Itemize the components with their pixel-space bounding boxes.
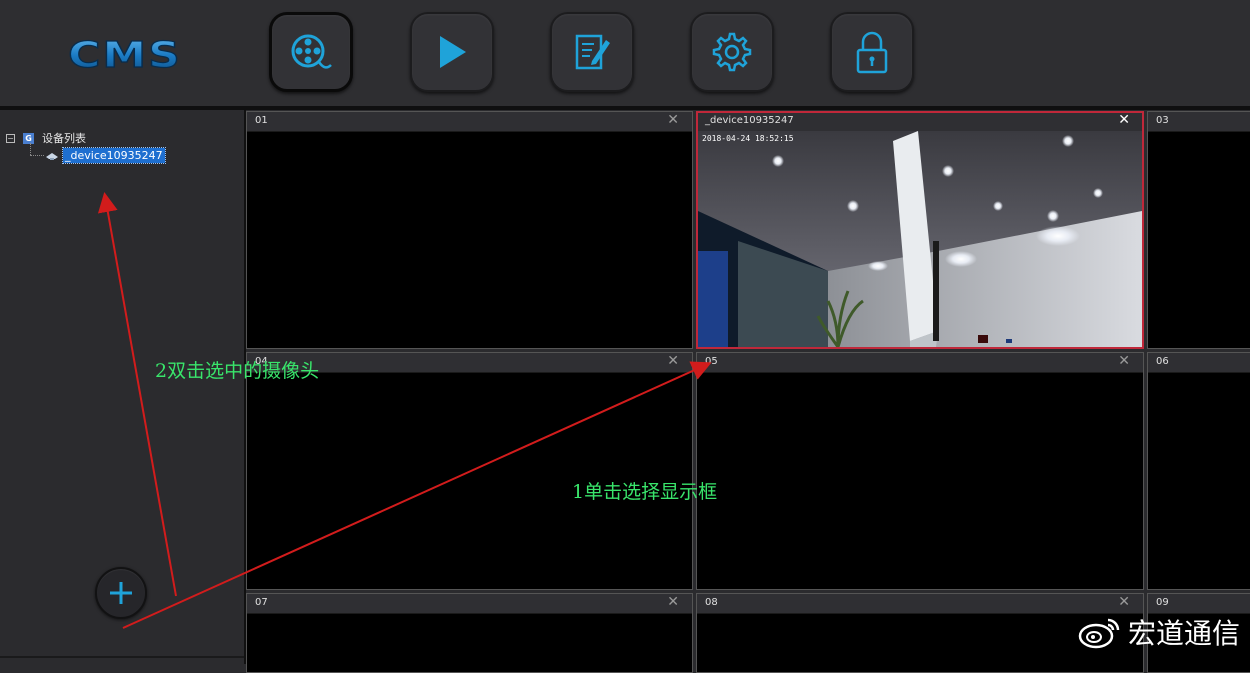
group-icon: G [23,132,34,144]
cell-title: 06 [1156,356,1169,367]
sidebar-bottom-divider [0,656,244,658]
playback-button[interactable] [410,12,494,92]
video-cell-04[interactable]: 04 ✕ [246,352,693,590]
weibo-icon [1078,618,1120,649]
close-icon[interactable]: ✕ [667,594,679,610]
cell-header: 01 ✕ [246,111,693,132]
gear-icon [712,32,752,72]
cell-header: 06 [1147,352,1250,373]
top-toolbar: CMS [0,0,1250,106]
add-device-button[interactable] [95,567,147,619]
close-icon[interactable]: ✕ [667,112,679,128]
video-cell-02[interactable]: _device10935247 ✕ 2018-04-24 18:52:15 [696,111,1144,349]
film-reel-icon [291,34,332,69]
watermark: 宏道通信 [1078,612,1240,652]
annotation-step1: 1单击选择显示框 [572,481,718,503]
settings-button[interactable] [690,12,774,92]
cell-header: 08 ✕ [696,593,1144,614]
device-tree-root-label: 设备列表 [42,132,86,145]
camera-video-feed: 2018-04-24 18:52:15 [698,131,1142,347]
plus-icon [110,582,132,604]
cell-header: 03 [1147,111,1250,132]
lock-icon [856,31,888,74]
device-tree-item[interactable]: _device10935247 [45,147,166,164]
video-cell-07[interactable]: 07 ✕ [246,593,693,673]
cell-title: 09 [1156,597,1169,608]
play-icon [440,36,466,68]
cell-title: 08 [705,597,718,608]
cell-title: _device10935247 [705,115,794,126]
video-cell-05[interactable]: 05 ✕ [696,352,1144,590]
svg-text:CMS: CMS [68,35,182,74]
cell-header: 07 ✕ [246,593,693,614]
cell-title: 03 [1156,115,1169,126]
close-icon[interactable]: ✕ [1118,353,1130,369]
video-cell-01[interactable]: 01 ✕ [246,111,693,349]
cell-header: _device10935247 ✕ [696,111,1144,132]
device-tree-item-label[interactable]: _device10935247 [62,147,166,164]
lock-button[interactable] [830,12,914,92]
edit-document-icon [575,34,610,70]
cell-title: 07 [255,597,268,608]
video-cell-03[interactable]: 03 [1147,111,1250,349]
video-timestamp: 2018-04-24 18:52:15 [702,134,794,143]
tree-connector [30,143,31,155]
close-icon[interactable]: ✕ [1118,594,1130,610]
close-icon[interactable]: ✕ [1118,112,1130,128]
cell-header: 09 [1147,593,1250,614]
cell-title: 05 [705,356,718,367]
log-button[interactable] [550,12,634,92]
device-tree-root[interactable]: − G 设备列表 [6,130,86,146]
video-cell-06[interactable]: 06 [1147,352,1250,590]
collapse-toggle-icon[interactable]: − [6,133,15,143]
camera-icon [46,152,58,160]
live-view-button[interactable] [269,12,353,92]
watermark-text: 宏道通信 [1127,617,1240,650]
cell-header: 05 ✕ [696,352,1144,373]
close-icon[interactable]: ✕ [667,353,679,369]
annotation-step2: 2双击选中的摄像头 [155,360,320,382]
tree-connector [30,155,44,156]
cell-title: 01 [255,115,268,126]
cms-logo: CMS [67,34,182,74]
video-cell-08[interactable]: 08 ✕ [696,593,1144,673]
